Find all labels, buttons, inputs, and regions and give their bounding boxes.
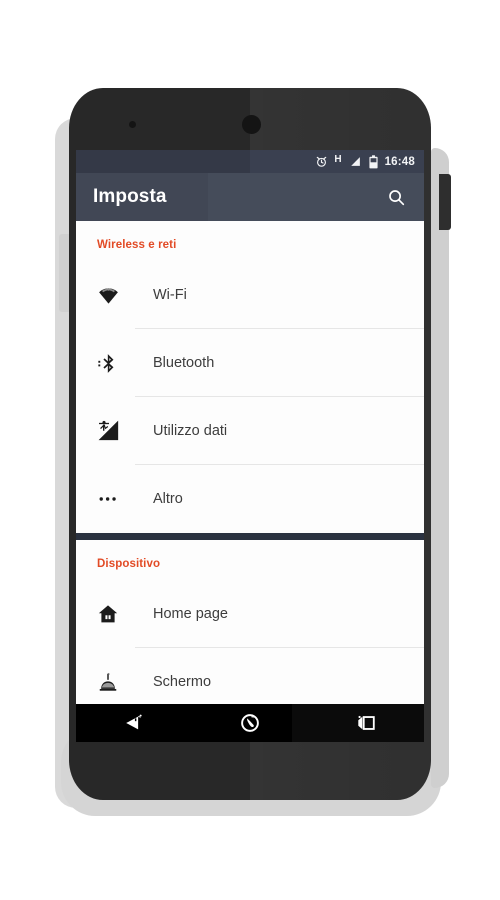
- battery-icon: [368, 154, 379, 169]
- search-icon: [388, 189, 404, 205]
- data-usage-icon: [97, 419, 135, 443]
- settings-row-more[interactable]: Altro: [76, 465, 424, 533]
- status-bar: H 16:48: [76, 150, 424, 173]
- display-icon: [97, 671, 135, 693]
- settings-row-label: Home page: [135, 580, 424, 648]
- settings-section-wireless: Wireless e reti Wi-Fi Bluetooth Utilizzo…: [76, 221, 424, 533]
- back-icon: [126, 714, 142, 730]
- wifi-icon: [97, 284, 135, 307]
- alarm-icon: [315, 155, 328, 168]
- home-icon: [97, 603, 135, 625]
- settings-section-device: Dispositivo Home page Schermo: [76, 540, 424, 716]
- nav-home-button[interactable]: [192, 704, 308, 742]
- signal-icon: [348, 155, 362, 168]
- power-button[interactable]: [439, 174, 451, 230]
- phone-screen: H 16:48 Imposta Wireless e reti Wi-Fi Bl…: [76, 150, 424, 742]
- settings-row-label: Bluetooth: [135, 329, 424, 397]
- proximity-sensor-icon: [129, 121, 136, 128]
- nav-back-button[interactable]: [76, 704, 192, 742]
- settings-row-wifi[interactable]: Wi-Fi: [76, 261, 424, 329]
- app-toolbar: Imposta: [76, 173, 424, 221]
- nav-recents-button[interactable]: [308, 704, 424, 742]
- network-type-indicator: H: [334, 154, 342, 165]
- settings-list[interactable]: Wireless e reti Wi-Fi Bluetooth Utilizzo…: [76, 221, 424, 742]
- page-title: Imposta: [93, 186, 167, 207]
- search-button[interactable]: [382, 183, 410, 211]
- settings-row-label: Altro: [153, 491, 183, 507]
- bluetooth-icon: [97, 352, 135, 375]
- phone-mockup: H 16:48 Imposta Wireless e reti Wi-Fi Bl…: [55, 88, 451, 818]
- settings-row-bluetooth[interactable]: Bluetooth: [76, 329, 424, 397]
- settings-row-home-page[interactable]: Home page: [76, 580, 424, 648]
- settings-row-label: Utilizzo dati: [135, 397, 424, 465]
- status-bar-clock: 16:48: [384, 155, 415, 168]
- navigation-bar: [76, 704, 424, 742]
- recents-icon: [358, 715, 375, 730]
- section-header-wireless: Wireless e reti: [97, 239, 177, 251]
- section-header-device: Dispositivo: [97, 558, 161, 570]
- home-nav-icon: [241, 714, 259, 732]
- settings-row-label: Wi-Fi: [135, 261, 424, 329]
- more-icon: [97, 488, 135, 510]
- phone-shell-right-edge: [431, 148, 449, 788]
- front-camera-icon: [242, 115, 261, 134]
- settings-row-data-usage[interactable]: Utilizzo dati: [76, 397, 424, 465]
